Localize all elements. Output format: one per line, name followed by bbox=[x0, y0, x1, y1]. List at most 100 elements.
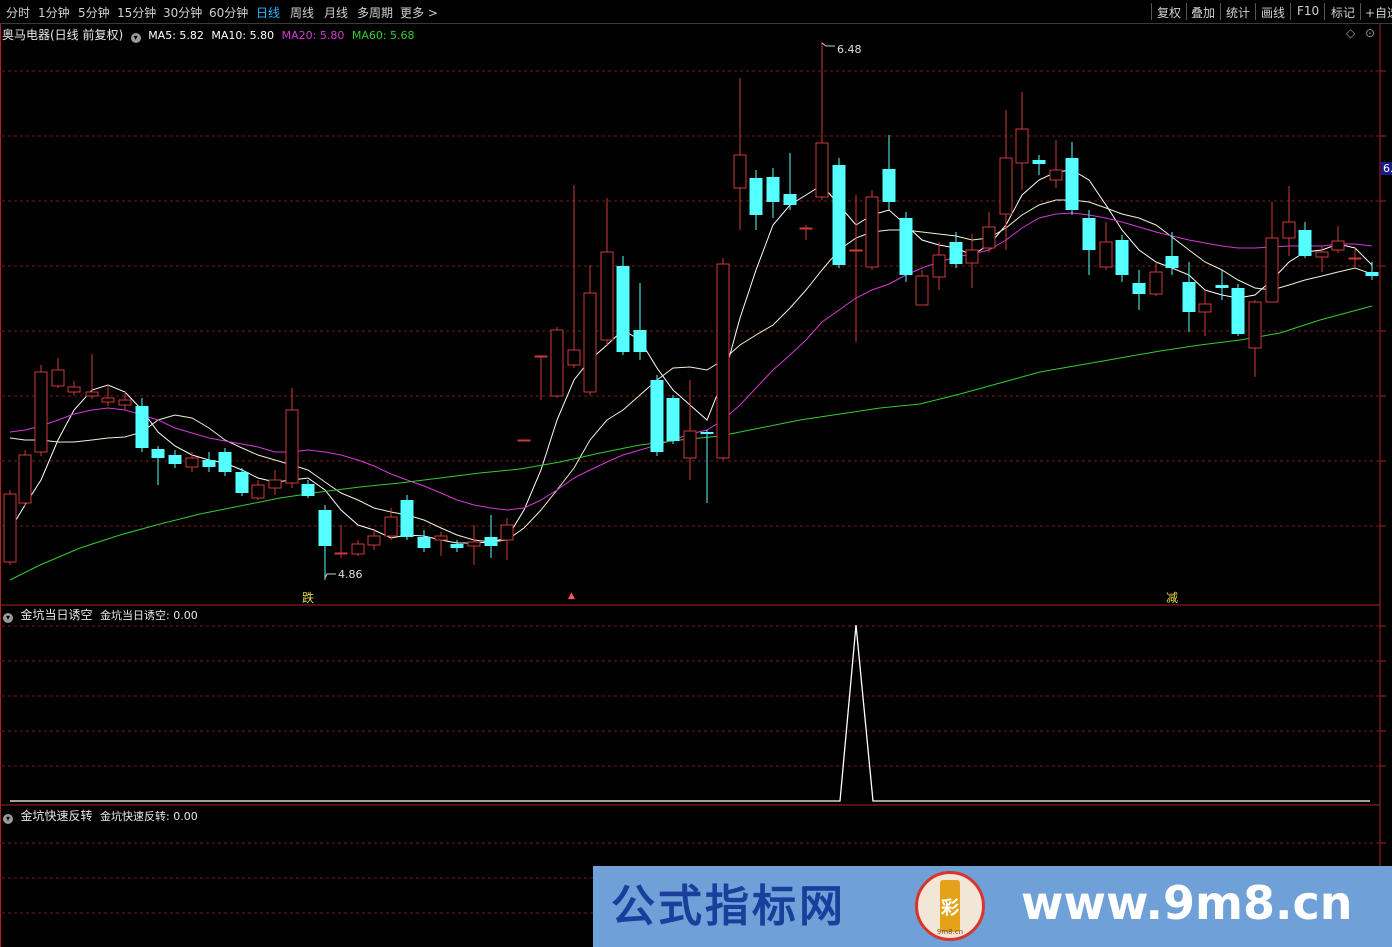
candle bbox=[185, 452, 199, 472]
candle-body bbox=[799, 227, 813, 230]
candle bbox=[982, 212, 996, 252]
candle-body bbox=[18, 454, 32, 504]
candle-body bbox=[1165, 256, 1179, 268]
indicator1-title[interactable]: 金坑当日诱空 bbox=[21, 608, 93, 622]
candle-body bbox=[1198, 303, 1212, 313]
candle bbox=[1182, 262, 1196, 332]
candle bbox=[666, 395, 680, 444]
candle bbox=[1198, 290, 1212, 336]
candle bbox=[202, 452, 216, 472]
candle bbox=[815, 42, 829, 200]
candle bbox=[351, 540, 365, 556]
candle-body bbox=[450, 544, 464, 548]
indicator2-title[interactable]: 金坑快速反转 bbox=[21, 809, 93, 823]
candle-body bbox=[583, 292, 597, 393]
candle bbox=[400, 495, 414, 540]
candle-body bbox=[815, 142, 829, 198]
indicator1-line bbox=[10, 624, 1370, 802]
candle bbox=[650, 375, 664, 456]
candle-body bbox=[1182, 282, 1196, 312]
candle bbox=[168, 450, 182, 468]
candle bbox=[34, 365, 48, 456]
candle bbox=[467, 525, 481, 565]
candle-body bbox=[716, 263, 730, 459]
candle bbox=[583, 265, 597, 395]
candle-body bbox=[1115, 240, 1129, 275]
diamond-icon[interactable]: ◇ bbox=[1346, 26, 1355, 40]
candle bbox=[484, 515, 498, 558]
candle-body bbox=[400, 500, 414, 537]
candle-body bbox=[1049, 169, 1063, 181]
candle-body bbox=[1265, 237, 1279, 303]
candle bbox=[882, 135, 896, 210]
candle-body bbox=[849, 249, 863, 252]
candle-body bbox=[1065, 158, 1079, 210]
candle-body bbox=[251, 484, 265, 499]
candle bbox=[550, 327, 564, 398]
candle-body bbox=[334, 552, 348, 555]
candle-body bbox=[749, 178, 763, 215]
signal-mark-jian: 减 bbox=[1166, 591, 1179, 605]
candle-body bbox=[500, 524, 514, 541]
candle-body bbox=[832, 165, 846, 265]
stock-title[interactable]: 奥马电器(日线 前复权) bbox=[2, 28, 123, 42]
candle-body bbox=[467, 541, 481, 547]
candle-body bbox=[700, 432, 714, 434]
indicator1-toggle-icon[interactable]: ▾ bbox=[3, 613, 13, 623]
candle bbox=[1115, 235, 1129, 282]
candle bbox=[285, 388, 299, 488]
candle bbox=[700, 430, 714, 503]
legend-toggle-icon[interactable]: ▾ bbox=[130, 33, 141, 43]
candle-body bbox=[783, 194, 797, 205]
candle-body bbox=[135, 406, 149, 448]
candle bbox=[1015, 92, 1029, 190]
candle-body bbox=[1231, 288, 1245, 334]
kline-chart[interactable] bbox=[0, 0, 1392, 947]
candle bbox=[1099, 222, 1113, 270]
candle-body bbox=[1348, 257, 1362, 260]
settings-circle-icon[interactable]: ⊙ bbox=[1365, 26, 1375, 40]
candle bbox=[616, 256, 630, 355]
candle-body bbox=[633, 330, 647, 352]
candle bbox=[318, 505, 332, 580]
candle bbox=[301, 480, 315, 498]
candle-body bbox=[600, 251, 614, 341]
candle-body bbox=[1149, 271, 1163, 295]
indicator2-toggle-icon[interactable]: ▾ bbox=[3, 814, 13, 824]
candle-body bbox=[1298, 230, 1312, 256]
candle bbox=[235, 468, 249, 496]
high-pointer bbox=[821, 42, 835, 47]
candle bbox=[899, 212, 913, 282]
candle-body bbox=[1099, 241, 1113, 268]
indicator1-value: 金坑当日诱空: 0.00 bbox=[100, 609, 198, 622]
candle-body bbox=[417, 537, 431, 548]
candle bbox=[600, 198, 614, 345]
candle bbox=[268, 470, 282, 495]
candle bbox=[1149, 262, 1163, 296]
candle-body bbox=[550, 329, 564, 397]
watermark-logo-text: 9m8.cn bbox=[937, 928, 963, 936]
watermark-url: www.9m8.cn bbox=[1021, 876, 1353, 930]
candle-body bbox=[202, 460, 216, 467]
candle-body bbox=[899, 218, 913, 275]
candle-body bbox=[101, 397, 115, 403]
candle-body bbox=[1032, 160, 1046, 164]
candle-body bbox=[666, 398, 680, 441]
ma5-line bbox=[9, 169, 1373, 544]
candle-body bbox=[118, 399, 132, 406]
candle bbox=[1082, 210, 1096, 275]
candle bbox=[633, 283, 647, 360]
low-price-label: 4.86 bbox=[338, 568, 363, 581]
candle-body bbox=[34, 371, 48, 453]
watermark-logo: 彩 9m8.cn bbox=[915, 871, 985, 941]
candle-body bbox=[949, 242, 963, 264]
candle bbox=[749, 170, 763, 230]
price-tag: 6. bbox=[1381, 162, 1392, 175]
candle-body bbox=[301, 484, 315, 496]
candle bbox=[716, 258, 730, 460]
ma10-legend: MA10: 5.80 bbox=[211, 29, 275, 42]
low-pointer bbox=[324, 573, 336, 579]
candle bbox=[1348, 248, 1362, 268]
candle bbox=[251, 480, 265, 500]
candle-body bbox=[865, 196, 879, 268]
